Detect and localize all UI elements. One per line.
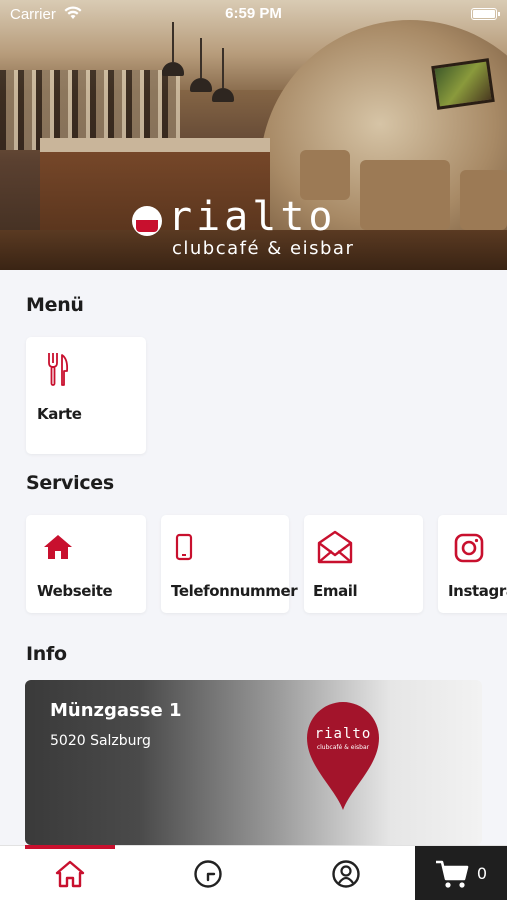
info-section-title: Info <box>26 643 67 665</box>
menu-card-label: Karte <box>37 405 82 423</box>
bottom-tab-bar: 0 <box>0 845 507 900</box>
envelope-icon <box>317 530 353 564</box>
hero-counter-top <box>40 138 270 152</box>
instagram-icon <box>454 533 484 563</box>
home-icon <box>44 535 72 559</box>
service-card-email[interactable]: Email <box>304 515 423 613</box>
phone-icon <box>175 533 193 561</box>
menu-card-karte[interactable]: Karte <box>26 337 146 454</box>
map-pin-icon: rialto clubcafé & eisbar <box>305 700 381 812</box>
cart-button[interactable]: 0 <box>415 846 507 900</box>
cup-logo-icon <box>132 206 162 236</box>
menu-section-title: Menü <box>26 294 84 316</box>
hero-lamp <box>212 48 234 102</box>
map-pin-subtitle: clubcafé & eisbar <box>316 744 370 751</box>
services-section-title: Services <box>26 472 114 494</box>
rialto-logo: rialto clubcafé & eisbar <box>132 194 382 268</box>
user-circle-icon <box>332 859 360 888</box>
clock-icon <box>194 859 222 888</box>
cart-count: 0 <box>476 864 488 883</box>
home-outline-icon <box>55 860 85 887</box>
hero-chair <box>460 170 507 230</box>
info-map-card[interactable]: Münzgasse 1 5020 Salzburg rialto clubcaf… <box>25 680 482 845</box>
map-pin-logo: rialto <box>314 726 372 742</box>
battery-icon <box>471 8 500 20</box>
service-card-telefonnummer[interactable]: Telefonnummer <box>161 515 298 613</box>
hero-painting <box>431 58 495 110</box>
shopping-cart-icon <box>435 860 469 888</box>
status-bar: Carrier 6:59 PM <box>0 0 507 28</box>
service-card-instagram[interactable]: Instagram <box>438 515 507 613</box>
address-street: Münzgasse 1 <box>50 700 182 721</box>
address-city: 5020 Salzburg <box>50 733 151 749</box>
service-card-label: Telefonnummer <box>171 582 298 600</box>
service-card-label: Email <box>313 582 358 600</box>
fork-knife-icon <box>48 353 69 386</box>
tab-account[interactable] <box>301 846 391 900</box>
logo-name: rialto <box>168 194 337 240</box>
logo-subtitle: clubcafé & eisbar <box>172 238 355 259</box>
service-card-webseite[interactable]: Webseite <box>26 515 146 613</box>
hero-chair <box>300 150 350 200</box>
status-time: 6:59 PM <box>225 5 282 22</box>
service-card-label: Instagram <box>448 582 507 600</box>
tab-history[interactable] <box>163 846 253 900</box>
tab-home[interactable] <box>25 846 115 900</box>
service-card-label: Webseite <box>37 582 113 600</box>
hero-banner: rialto clubcafé & eisbar <box>0 0 507 270</box>
